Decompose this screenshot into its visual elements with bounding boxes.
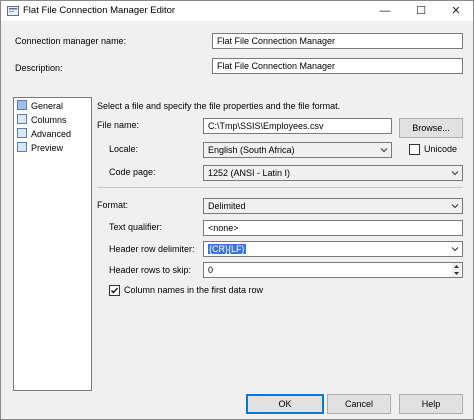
nav-item-label: Preview [31,143,64,153]
title-bar[interactable]: Flat File Connection Manager Editor — ☐ … [1,1,473,21]
spin-down-icon[interactable] [452,270,461,277]
ok-button[interactable]: OK [246,394,324,414]
preview-page-icon [17,142,27,152]
columns-page-icon [17,114,27,124]
checkmark-icon [111,287,118,294]
chevron-down-icon [451,171,459,176]
column-names-checkbox[interactable] [109,285,120,296]
format-select[interactable]: Delimited [203,198,463,214]
close-button[interactable]: ✕ [438,1,474,21]
header-row-delimiter-value: {CR}{LF} [208,244,246,254]
nav-item-columns[interactable]: Columns [17,114,67,127]
text-qualifier-label: Text qualifier: [109,222,163,232]
format-label: Format: [97,200,129,210]
code-page-select[interactable]: 1252 (ANSI - Latin I) [203,165,463,181]
instruction-text: Select a file and specify the file prope… [97,101,341,111]
file-name-input[interactable]: C:\Tmp\SSIS\Employees.csv [203,118,392,134]
nav-item-label: Columns [31,115,67,125]
locale-label: Locale: [109,144,139,154]
unicode-checkbox[interactable] [409,144,420,155]
header-rows-skip-input[interactable]: 0 [203,262,463,278]
format-value: Delimited [208,201,246,211]
connection-name-input[interactable]: Flat File Connection Manager [212,33,463,49]
locale-value: English (South Africa) [208,145,295,155]
code-page-label: Code page: [109,167,156,177]
file-name-label: File name: [97,120,140,130]
spin-up-icon[interactable] [452,263,461,270]
text-qualifier-input[interactable]: <none> [203,220,463,236]
chevron-down-icon [380,148,388,153]
code-page-value: 1252 (ANSI - Latin I) [208,168,291,178]
general-page-icon [17,100,27,110]
connection-name-label: Connection manager name: [15,36,127,46]
help-button[interactable]: Help [399,394,463,414]
unicode-label: Unicode [424,144,458,154]
column-names-label: Column names in the first data row [124,285,264,295]
minimize-button[interactable]: — [367,1,403,21]
locale-select[interactable]: English (South Africa) [203,142,392,158]
header-rows-skip-value: 0 [208,265,214,275]
description-input[interactable]: Flat File Connection Manager [212,58,463,74]
header-row-delimiter-select[interactable]: {CR}{LF} [203,241,463,257]
nav-item-label: Advanced [31,129,72,139]
nav-item-advanced[interactable]: Advanced [17,128,71,141]
window-title: Flat File Connection Manager Editor [23,5,176,16]
description-label: Description: [15,63,63,73]
nav-item-label: General [31,101,64,111]
browse-button[interactable]: Browse... [399,118,463,138]
section-divider [97,187,463,188]
maximize-button[interactable]: ☐ [403,1,439,21]
app-icon [7,6,19,16]
nav-item-general[interactable]: General [17,100,63,113]
advanced-page-icon [17,128,27,138]
cancel-button[interactable]: Cancel [327,394,391,414]
chevron-down-icon [451,247,459,252]
chevron-down-icon [451,204,459,209]
nav-item-preview[interactable]: Preview [17,142,63,155]
header-rows-skip-label: Header rows to skip: [109,265,192,275]
page-navigation: General Columns Advanced Preview [13,97,92,391]
dialog-window: Flat File Connection Manager Editor — ☐ … [0,0,474,420]
header-row-delimiter-label: Header row delimiter: [109,244,195,254]
